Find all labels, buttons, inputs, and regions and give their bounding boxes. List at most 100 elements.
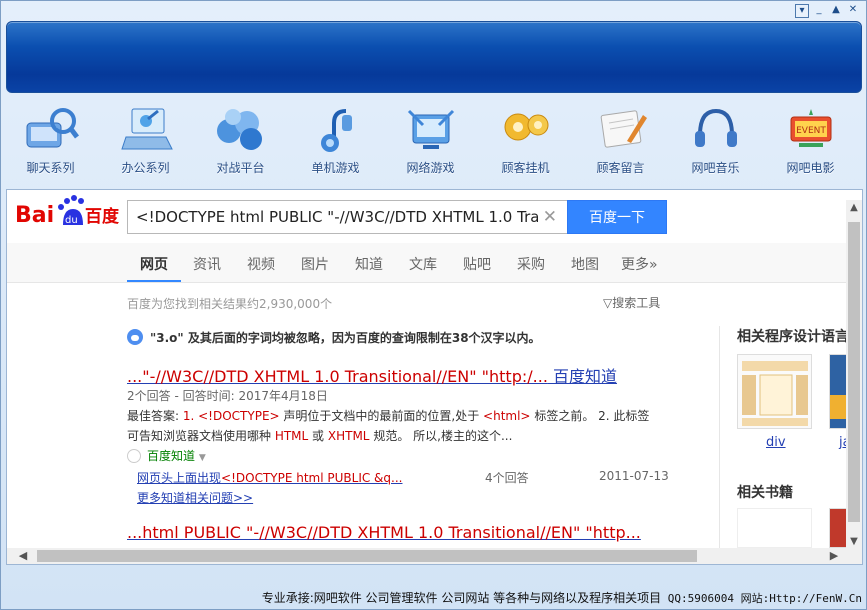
result-title-text: ..."-//W3C//DTD XHTML 1.0 Transitional//… [127,367,548,386]
abstract-p4: 或 [308,429,328,443]
sub-result-date: 2011-07-13 [599,469,669,483]
notice-text-2: 个汉字以内。 [468,331,541,345]
abstract-p2: 声明位于文档中的最前面的位置,处于 [279,409,484,423]
active-tab-indicator [127,280,181,282]
svg-text:EVENT: EVENT [796,126,826,136]
menu-dropdown-button[interactable]: ▾ [795,4,809,18]
abstract-k1: <!DOCTYPE> [198,409,280,423]
footer-bar: 专业承接:网吧软件 公司管理软件 公司网站 等各种与网络以及程序相关项目 QQ:… [1,587,867,609]
app-window: ▾ _ ▲ ✕ 聊天系列 办公系列 对战平台 单机游戏 网络游戏 顾客挂机 顾客… [0,0,867,610]
abstract-prefix: 最佳答案: [127,409,183,423]
tab-web[interactable]: 网页 [140,254,168,274]
more-zhidao-link[interactable]: 更多知道相关问题>> [137,489,253,506]
close-button[interactable]: ✕ [846,4,860,18]
footer-text: 专业承接:网吧软件 公司管理软件 公司网站 等各种与网络以及程序相关项目 [261,591,662,605]
toolbar-label: 网吧电影 [786,161,835,175]
abstract-p5: 规范。 所以,楼主的这个... [369,429,513,443]
search-tabs: 网页 资讯 视频 图片 知道 文库 贴吧 采购 地图 更多» [7,243,862,283]
minimize-button[interactable]: _ [812,4,826,18]
toolbar-item-message[interactable]: 顾客留言 [573,103,668,183]
result-abstract: 最佳答案: 1. <!DOCTYPE> 声明位于文档中的最前面的位置,处于 <h… [127,406,657,446]
toolbar-item-online-game[interactable]: 网络游戏 [383,103,478,183]
toolbar-label: 网吧音乐 [691,161,740,175]
toolbar-label: 对战平台 [216,161,265,175]
toolbar-item-movie[interactable]: EVENT 网吧电影 [763,103,858,183]
sub-result-title-b: <!DOCTYPE html PUBLIC &q... [221,471,403,485]
window-controls: ▾ _ ▲ ✕ [795,4,860,18]
toolbar-label: 办公系列 [121,161,170,175]
abstract-k3: HTML [274,429,309,443]
search-query-text[interactable]: <!DOCTYPE html PUBLIC "-//W3C//DTD XHTML… [136,208,538,226]
search-button[interactable]: 百度一下 [567,200,667,234]
battle-platform-icon [216,109,262,150]
toolbar-item-battle[interactable]: 对战平台 [193,103,288,183]
search-tools-link[interactable]: ▽搜索工具 [603,294,660,311]
abstract-k4: XHTML [327,429,370,443]
result-title-1[interactable]: ..."-//W3C//DTD XHTML 1.0 Transitional//… [127,363,617,387]
sub-result-title-a: 网页头上面出现 [137,471,222,485]
horizontal-scroll-thumb[interactable] [37,550,697,562]
result-title-text: ...html PUBLIC "-//W3C//DTD XHTML 1.0 Tr… [127,523,641,542]
toolbar-item-idle[interactable]: 顾客挂机 [478,103,573,183]
svg-text:百度: 百度 [85,206,119,227]
maximize-button[interactable]: ▲ [829,4,843,18]
footer-contact: QQ:5906004 网站:Http://FenW.Cn [661,592,862,605]
tab-purchase[interactable]: 采购 [517,254,545,274]
tab-video[interactable]: 视频 [247,254,275,274]
tab-news[interactable]: 资讯 [193,254,221,274]
toolbar-item-chat[interactable]: 聊天系列 [3,103,98,183]
toolbar-label: 聊天系列 [26,161,75,175]
customer-message-icon [600,110,647,148]
result-meta: 2个回答 - 回答时间: 2017年4月18日 [127,389,328,403]
sub-result-count: 4个回答 [485,471,529,485]
search-tools-label: 搜索工具 [612,296,661,310]
filter-icon: ▽ [603,296,613,310]
related-languages-heading: 相关程序设计语言 [737,329,849,345]
baidu-logo: Bai du 百度 [15,195,119,228]
ignored-term: "3.o" [150,331,184,345]
result-source[interactable]: 百度知道 ▼ [127,447,206,464]
svg-text:Bai: Bai [15,203,54,228]
paw-icon [127,329,143,345]
abstract-p1: 1. [182,409,199,423]
horizontal-scrollbar[interactable]: ◀ ▶ [7,548,848,564]
scroll-right-icon[interactable]: ▶ [826,548,842,564]
scroll-corner [846,548,862,564]
result-title-suffix: 百度知道 [553,367,618,386]
scroll-left-icon[interactable]: ◀ [15,548,31,564]
tab-more[interactable]: 更多» [621,254,658,274]
tab-zhidao[interactable]: 知道 [355,254,383,274]
abstract-k2: <html> [483,409,531,423]
result-title-2[interactable]: ...html PUBLIC "-//W3C//DTD XHTML 1.0 Tr… [127,523,641,542]
toolbar-label: 顾客留言 [596,161,645,175]
scroll-up-icon[interactable]: ▲ [846,200,862,216]
online-game-icon [407,109,454,149]
vertical-scroll-thumb[interactable] [848,222,860,522]
source-name: 百度知道 [147,449,196,463]
notice-text-1: 及其后面的字词均被忽略，因为百度的查询限制在 [183,331,452,345]
tab-tieba[interactable]: 贴吧 [463,254,491,274]
div-layout-image [742,361,808,426]
clear-icon[interactable]: ✕ [543,207,557,227]
related-thumb-div[interactable] [737,354,812,429]
tab-map[interactable]: 地图 [571,254,599,274]
svg-text:du: du [65,215,78,226]
sub-result-link[interactable]: 网页头上面出现<!DOCTYPE html PUBLIC &q... [137,469,402,486]
chat-icon [26,108,79,148]
toolbar-item-single-game[interactable]: 单机游戏 [288,103,383,183]
related-books-heading: 相关书籍 [737,485,793,501]
vertical-scrollbar[interactable]: ▲ ▼ [846,200,862,550]
tab-images[interactable]: 图片 [301,254,329,274]
toolbar-item-music[interactable]: 网吧音乐 [668,103,763,183]
tab-wenku[interactable]: 文库 [409,254,437,274]
search-input[interactable]: <!DOCTYPE html PUBLIC "-//W3C//DTD XHTML… [127,200,567,234]
related-thumb-caption[interactable]: div [766,435,786,450]
banner [6,21,862,93]
toolbar-label: 单机游戏 [311,161,360,175]
toolbar-label: 顾客挂机 [501,161,550,175]
related-book-thumb-1[interactable] [737,508,812,548]
category-toolbar: 聊天系列 办公系列 对战平台 单机游戏 网络游戏 顾客挂机 顾客留言 网吧音乐 … [3,103,863,183]
toolbar-label: 网络游戏 [406,161,455,175]
customer-idle-icon [504,113,548,141]
toolbar-item-office[interactable]: 办公系列 [98,103,193,183]
